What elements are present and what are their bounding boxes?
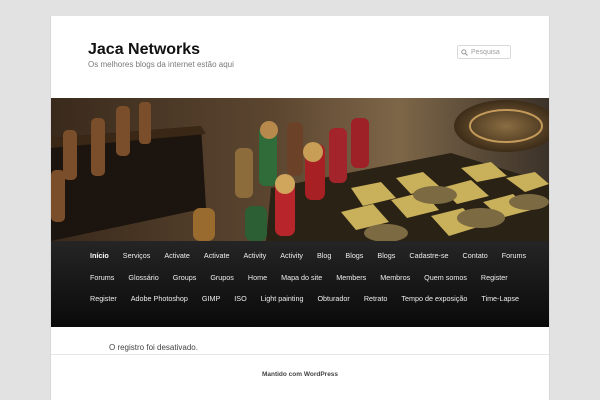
nav-item-tempo-de-exposi-o[interactable]: Tempo de exposição <box>394 288 474 310</box>
site-description: Os melhores blogs da internet estão aqui <box>88 60 234 69</box>
search-box[interactable] <box>457 45 511 59</box>
nav-item-adobe-photoshop[interactable]: Adobe Photoshop <box>124 288 195 310</box>
search-input[interactable] <box>468 48 509 56</box>
page-container: Jaca Networks Os melhores blogs da inter… <box>50 16 550 400</box>
main-navigation: Início Serviços Activate Activate Activity Ac… <box>51 241 549 327</box>
nav-item-activity[interactable]: Activity <box>273 245 310 267</box>
site-title[interactable]: Jaca Networks <box>88 42 200 58</box>
nav-item-register[interactable]: Register <box>83 288 124 310</box>
nav-item-in-cio[interactable]: Início <box>83 245 116 267</box>
search-icon <box>461 48 468 56</box>
nav-item-light-painting[interactable]: Light painting <box>254 288 311 310</box>
nav-item-membros[interactable]: Membros <box>373 267 417 289</box>
nav-item-mapa-do-site[interactable]: Mapa do site <box>274 267 329 289</box>
nav-item-obturador[interactable]: Obturador <box>310 288 356 310</box>
nav-item-grupos[interactable]: Grupos <box>203 267 241 289</box>
nav-item-forums[interactable]: Forums <box>495 245 533 267</box>
nav-menu: Início Serviços Activate Activate Activity Ac… <box>51 241 549 310</box>
nav-item-contato[interactable]: Contato <box>456 245 495 267</box>
nav-item-iso[interactable]: ISO <box>227 288 253 310</box>
nav-item-register[interactable]: Register <box>474 267 515 289</box>
nav-item-blog[interactable]: Blog <box>310 245 338 267</box>
nav-item-forums[interactable]: Forums <box>83 267 121 289</box>
site-footer: Mantido com WordPress <box>51 354 549 400</box>
nav-item-quem-somos[interactable]: Quem somos <box>417 267 474 289</box>
nav-item-cadastre-se[interactable]: Cadastre-se <box>402 245 455 267</box>
nav-item-gloss-rio[interactable]: Glossário <box>121 267 165 289</box>
header-image[interactable] <box>51 98 549 241</box>
nav-item-blogs[interactable]: Blogs <box>370 245 402 267</box>
nav-item-activate[interactable]: Activate <box>197 245 237 267</box>
nav-item-servi-os[interactable]: Serviços <box>116 245 158 267</box>
registration-disabled-message: O registro foi desativado. <box>109 343 198 352</box>
nav-item-retrato[interactable]: Retrato <box>357 288 395 310</box>
nav-item-members[interactable]: Members <box>329 267 373 289</box>
nav-item-time-lapse[interactable]: Time-Lapse <box>474 288 526 310</box>
nav-item-home[interactable]: Home <box>241 267 274 289</box>
nav-item-groups[interactable]: Groups <box>166 267 204 289</box>
nav-item-activate[interactable]: Activate <box>157 245 197 267</box>
nav-item-activity[interactable]: Activity <box>237 245 274 267</box>
footer-credit-link[interactable]: Mantido com WordPress <box>51 371 549 378</box>
nav-item-gimp[interactable]: GIMP <box>195 288 227 310</box>
nav-item-blogs[interactable]: Blogs <box>338 245 370 267</box>
